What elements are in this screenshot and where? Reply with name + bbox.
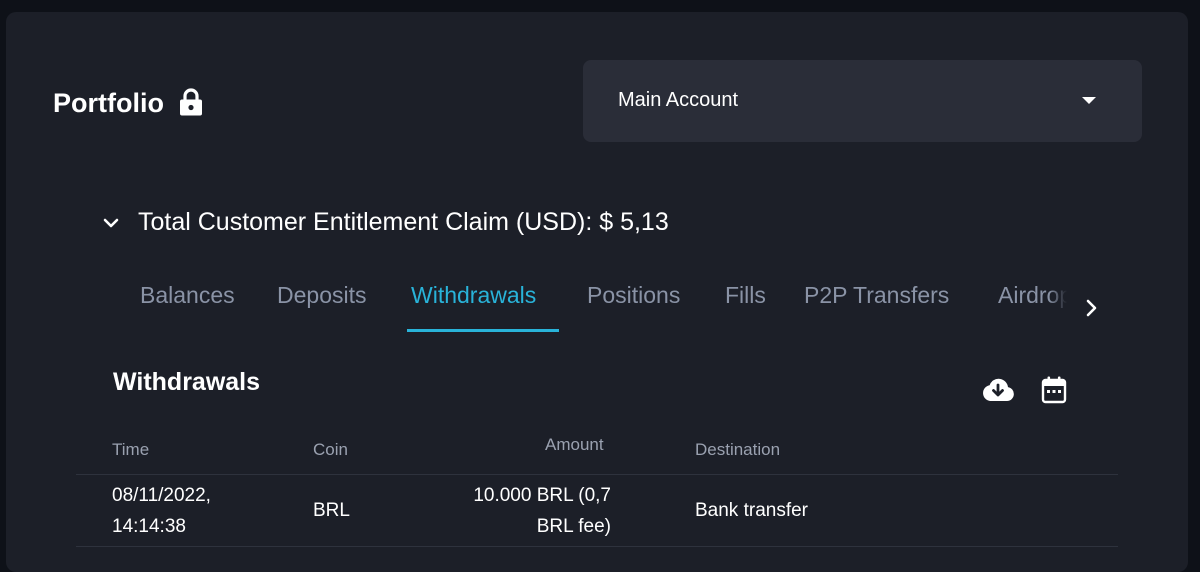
row-coin: BRL — [313, 500, 350, 521]
table-header-divider — [76, 474, 1118, 475]
row-time-clock: 14:14:38 — [112, 516, 186, 537]
entitlement-claim-toggle[interactable]: Total Customer Entitlement Claim (USD): … — [102, 208, 669, 237]
row-amount-fee: BRL fee) — [536, 516, 611, 537]
tab-positions[interactable]: Positions — [587, 282, 680, 309]
page-title: Portfolio — [53, 87, 204, 119]
tabs-overflow-fade — [1049, 274, 1067, 334]
entitlement-claim-text: Total Customer Entitlement Claim (USD): … — [138, 208, 669, 236]
page-title-text: Portfolio — [53, 88, 164, 118]
column-header-destination: Destination — [695, 440, 781, 459]
calendar-icon[interactable] — [1041, 376, 1067, 404]
download-icon[interactable] — [981, 376, 1015, 404]
column-header-coin: Coin — [313, 440, 348, 459]
lock-icon — [178, 87, 204, 117]
chevron-down-icon — [102, 214, 120, 232]
tab-deposits[interactable]: Deposits — [277, 282, 366, 309]
column-header-amount: Amount — [545, 435, 604, 454]
portfolio-panel: Portfolio Main Account Total Customer En… — [6, 12, 1188, 572]
tab-bar: Balances Deposits Withdrawals Positions … — [107, 274, 1067, 334]
section-title: Withdrawals — [113, 368, 261, 396]
table-row-divider — [76, 546, 1118, 547]
caret-down-icon — [1082, 97, 1096, 104]
account-select[interactable]: Main Account — [583, 60, 1142, 142]
tab-p2p-transfers[interactable]: P2P Transfers — [804, 282, 949, 309]
account-select-value: Main Account — [618, 89, 739, 111]
column-header-time: Time — [112, 440, 150, 459]
active-tab-indicator — [407, 329, 559, 332]
row-destination: Bank transfer — [695, 500, 808, 521]
chevron-right-icon[interactable] — [1082, 296, 1102, 320]
tab-balances[interactable]: Balances — [140, 282, 235, 309]
tab-withdrawals[interactable]: Withdrawals — [411, 282, 536, 309]
row-time-date: 08/11/2022, — [112, 485, 211, 506]
row-amount-value: 10.000 BRL (0,7 — [473, 485, 611, 506]
tab-fills[interactable]: Fills — [725, 282, 766, 309]
